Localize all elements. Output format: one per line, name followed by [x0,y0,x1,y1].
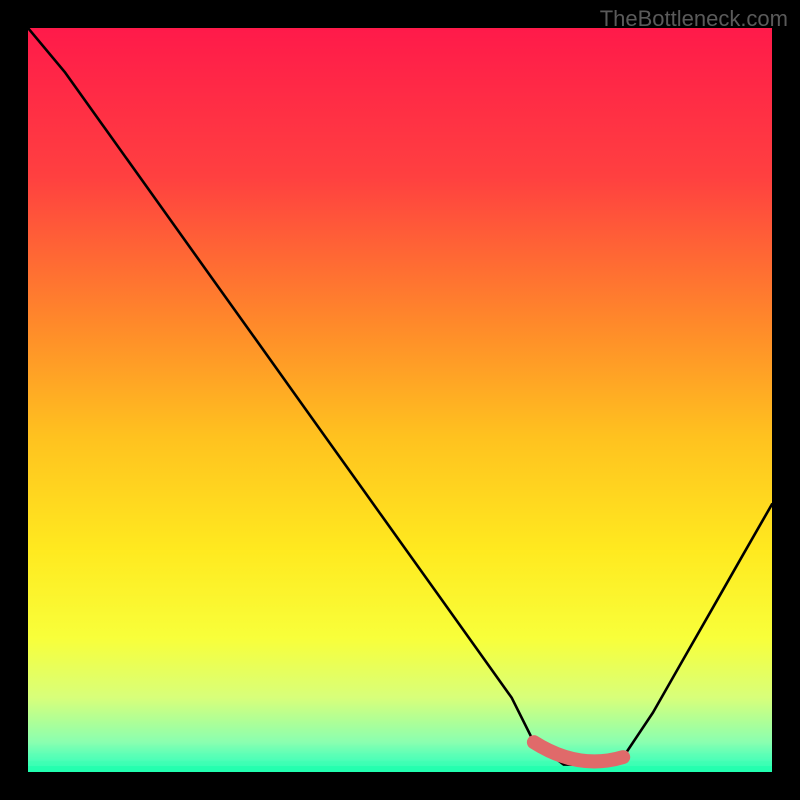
gradient-background [28,28,772,772]
chart-plot-area [28,28,772,772]
watermark-text: TheBottleneck.com [600,6,788,32]
green-glow-band [28,766,772,772]
bottleneck-chart-svg [28,28,772,772]
